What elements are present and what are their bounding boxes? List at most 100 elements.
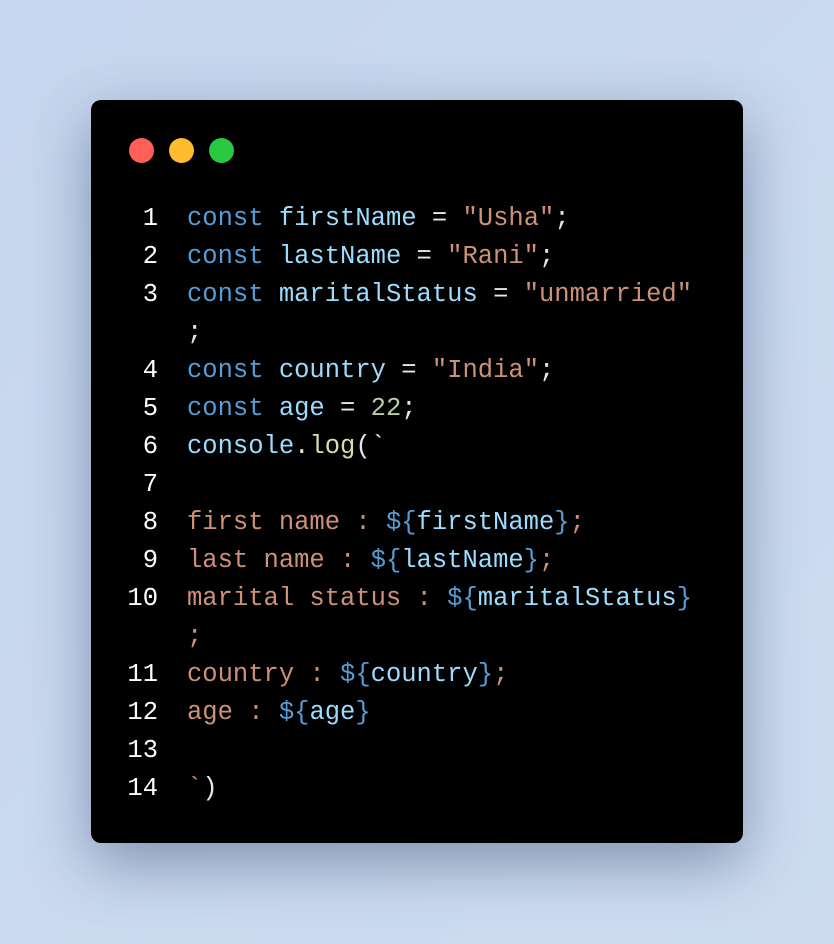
- code-token-punc: =: [416, 204, 463, 233]
- code-token-tpl: }: [477, 660, 494, 689]
- code-text: ;: [187, 618, 202, 656]
- code-token-var: country: [370, 660, 478, 689]
- line-number: 4: [142, 356, 158, 385]
- code-token-tpl: ${: [385, 508, 417, 537]
- code-token-var: maritalStatus: [477, 584, 677, 613]
- code-token-var: lastName: [278, 242, 402, 271]
- code-line: 6 console.log(`: [91, 428, 743, 466]
- code-token-tpl: ${: [340, 660, 371, 689]
- code-token-var: age: [309, 698, 356, 727]
- code-line: 9 last name : ${lastName};: [91, 542, 743, 580]
- code-token-punc: .: [294, 432, 310, 461]
- code-text: `): [187, 770, 218, 808]
- code-token-kw: const: [187, 356, 264, 385]
- code-token-punc: [264, 356, 279, 385]
- code-window: 1 const firstName = "Usha"; 2 const lastNam…: [91, 100, 743, 843]
- code-token-var: age: [278, 394, 325, 423]
- code-text: marital status : ${maritalStatus}: [187, 580, 692, 618]
- code-token-str: country :: [187, 660, 341, 689]
- code-token-fn: log: [309, 432, 356, 461]
- code-token-punc: ): [202, 774, 218, 803]
- code-line: 14 `): [91, 770, 743, 808]
- code-token-str: "India": [431, 356, 539, 385]
- code-text: const maritalStatus = "unmarried": [187, 276, 692, 314]
- code-token-tpl: }: [355, 698, 371, 727]
- code-token-punc: =: [324, 394, 371, 423]
- code-token-tpl: }: [554, 508, 570, 537]
- code-token-punc: [264, 280, 279, 309]
- code-line-wrap: ;: [91, 618, 743, 656]
- code-token-kw: const: [187, 394, 264, 423]
- code-line: 1 const firstName = "Usha";: [91, 200, 743, 238]
- code-token-str: ;: [187, 622, 203, 651]
- code-token-var: console: [187, 432, 295, 461]
- code-token-var: firstName: [278, 204, 417, 233]
- code-token-num: 22: [370, 394, 402, 423]
- code-line: 4 const country = "India";: [91, 352, 743, 390]
- code-line: 8 first name : ${firstName};: [91, 504, 743, 542]
- line-number: 7: [142, 470, 158, 499]
- code-line: 5 const age = 22;: [91, 390, 743, 428]
- code-token-var: lastName: [401, 546, 524, 575]
- line-number: 9: [142, 546, 158, 575]
- code-line: 11 country : ${country};: [91, 656, 743, 694]
- code-text: const age = 22;: [187, 390, 417, 428]
- minimize-dot-icon: [169, 138, 194, 163]
- code-text: console.log(`: [187, 428, 386, 466]
- code-token-str: last name :: [187, 546, 371, 575]
- code-line: 13: [91, 732, 743, 770]
- code-token-punc: [264, 394, 279, 423]
- line-number: 5: [142, 394, 158, 423]
- code-token-str: "Usha": [462, 204, 555, 233]
- code-line: 12 age : ${age}: [91, 694, 743, 732]
- line-number: 8: [142, 508, 158, 537]
- code-token-punc: [264, 204, 279, 233]
- code-token-tpl: ${: [370, 546, 402, 575]
- code-token-kw: const: [187, 280, 264, 309]
- code-text: const lastName = "Rani";: [187, 238, 554, 276]
- code-block: 1 const firstName = "Usha"; 2 const lastNam…: [91, 200, 743, 808]
- code-line: 10 marital status : ${maritalStatus}: [91, 580, 743, 618]
- code-token-str: ;: [538, 546, 555, 575]
- code-line: 2 const lastName = "Rani";: [91, 238, 743, 276]
- code-token-punc: (`: [355, 432, 386, 461]
- code-text: const country = "India";: [187, 352, 554, 390]
- code-token-punc: ;: [401, 394, 417, 423]
- code-text: const firstName = "Usha";: [187, 200, 570, 238]
- code-token-tpl: }: [523, 546, 539, 575]
- code-token-var: maritalStatus: [278, 280, 478, 309]
- code-token-kw: const: [187, 204, 264, 233]
- code-token-str: "unmarried": [523, 280, 693, 309]
- code-text: ;: [187, 314, 202, 352]
- code-token-str: ;: [493, 660, 509, 689]
- code-token-str: age :: [187, 698, 279, 727]
- line-number: 12: [127, 698, 158, 727]
- code-token-var: country: [278, 356, 386, 385]
- code-line: 7: [91, 466, 743, 504]
- maximize-dot-icon: [209, 138, 234, 163]
- code-token-str: "Rani": [447, 242, 539, 271]
- code-token-punc: ;: [539, 242, 555, 271]
- line-number: 1: [142, 204, 158, 233]
- code-token-punc: ;: [187, 318, 203, 347]
- code-token-str: first name :: [187, 508, 386, 537]
- code-token-punc: =: [401, 242, 448, 271]
- code-token-punc: [264, 242, 279, 271]
- line-number: 14: [127, 774, 158, 803]
- line-number: 13: [127, 736, 158, 765]
- close-dot-icon: [129, 138, 154, 163]
- code-token-kw: const: [187, 242, 264, 271]
- code-token-str: `: [187, 774, 203, 803]
- code-token-str: marital status :: [187, 584, 448, 613]
- line-number: 2: [142, 242, 158, 271]
- line-number: 11: [127, 660, 158, 689]
- code-token-punc: =: [477, 280, 524, 309]
- code-text: first name : ${firstName};: [187, 504, 585, 542]
- code-text: age : ${age}: [187, 694, 371, 732]
- code-text: last name : ${lastName};: [187, 542, 554, 580]
- code-token-str: ;: [569, 508, 585, 537]
- code-token-punc: =: [385, 356, 432, 385]
- code-token-punc: ;: [554, 204, 570, 233]
- code-line-wrap: ;: [91, 314, 743, 352]
- line-number: 10: [127, 584, 158, 613]
